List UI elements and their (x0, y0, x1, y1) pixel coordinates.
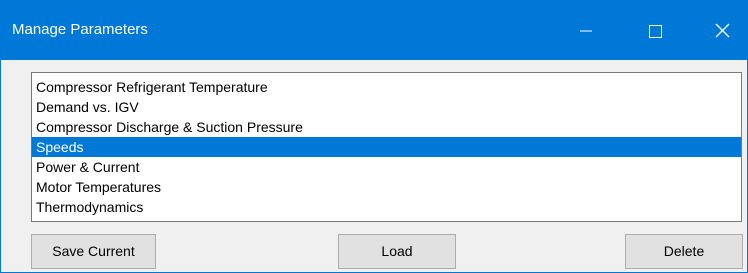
list-item-selected[interactable]: Speeds (32, 137, 741, 157)
save-current-button[interactable]: Save Current (31, 234, 156, 269)
list-item[interactable]: Thermodynamics (32, 197, 741, 217)
minimize-button[interactable] (563, 1, 609, 60)
minimize-icon (580, 30, 592, 32)
delete-button[interactable]: Delete (625, 234, 743, 269)
list-item[interactable]: Compressor Refrigerant Temperature (32, 77, 741, 97)
title-bar[interactable]: Manage Parameters (1, 1, 747, 60)
window-title: Manage Parameters (12, 21, 148, 38)
close-button[interactable] (699, 1, 745, 60)
manage-parameters-window: Manage Parameters Compressor Refrigerant… (0, 0, 748, 273)
list-item[interactable]: Motor Temperatures (32, 177, 741, 197)
load-button[interactable]: Load (338, 234, 456, 269)
maximize-button[interactable] (632, 1, 678, 60)
list-item[interactable]: Power & Current (32, 157, 741, 177)
list-item[interactable]: Compressor Discharge & Suction Pressure (32, 117, 741, 137)
parameters-listbox[interactable]: Compressor Refrigerant Temperature Deman… (31, 72, 742, 222)
list-item[interactable]: Demand vs. IGV (32, 97, 741, 117)
close-icon (715, 23, 730, 38)
maximize-icon (649, 25, 662, 38)
